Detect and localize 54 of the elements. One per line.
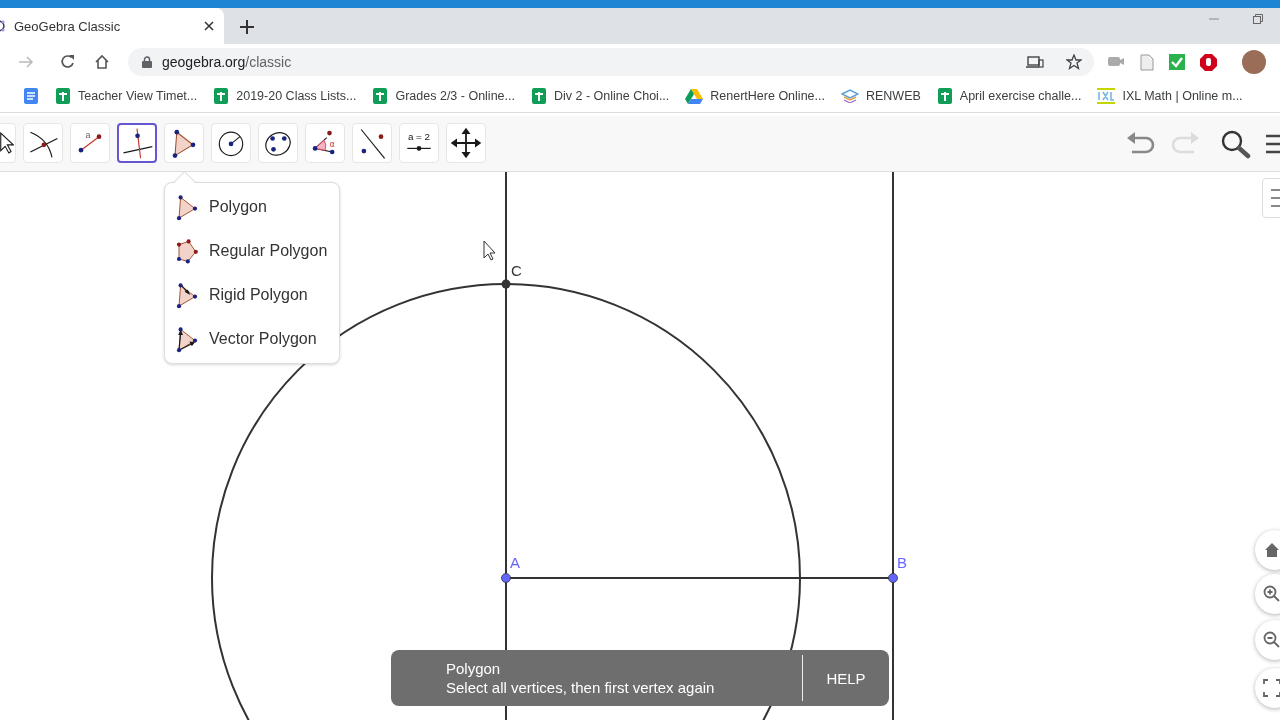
bookmark[interactable]: RenertHere Online... (680, 84, 830, 108)
point[interactable] (501, 279, 511, 289)
sheets-icon (55, 87, 71, 105)
checkmark-icon[interactable] (1169, 54, 1185, 70)
sheets-icon (372, 87, 389, 105)
close-icon[interactable] (204, 21, 214, 31)
move-arrows-icon (448, 125, 484, 161)
menu-item[interactable]: Polygon (165, 185, 339, 229)
bookmark[interactable]: Teacher View Timet... (50, 83, 203, 109)
tool-button[interactable]: α (305, 123, 345, 163)
new-tab-icon[interactable] (240, 20, 254, 34)
point-label: B (897, 554, 907, 571)
bookmark[interactable]: Grades 2/3 - Online... (367, 83, 520, 109)
docs-icon (23, 87, 39, 105)
tool-button[interactable] (117, 123, 157, 163)
stop-hand-icon[interactable] (1200, 53, 1217, 71)
tool-button[interactable]: a (70, 123, 110, 163)
tool-button[interactable]: a = 2 (399, 123, 439, 163)
lock-icon (142, 56, 152, 68)
books-icon (840, 89, 859, 103)
sheets-icon (531, 87, 547, 105)
ixl-icon (1097, 88, 1116, 104)
menu-item[interactable]: Rigid Polygon (165, 273, 339, 317)
menu-item[interactable]: Regular Polygon (165, 229, 339, 273)
bookmark[interactable]: 2019-20 Class Lists... (208, 83, 362, 109)
menu-item[interactable]: Vector Polygon (165, 317, 339, 361)
sheets-icon (936, 87, 953, 105)
drive-icon (685, 88, 704, 104)
toast-text: Polygon Select all vertices, then first vertex again (446, 659, 716, 697)
bookmark[interactable]: April exercise challe... (931, 83, 1087, 109)
browser-tab[interactable]: GeoGebra Classic (0, 8, 224, 44)
star-icon[interactable] (1066, 54, 1082, 70)
devices-icon[interactable] (1026, 55, 1044, 69)
point[interactable] (888, 573, 898, 583)
point-label: C (511, 262, 522, 279)
bookmark[interactable]: IXL Math | Online m... (1092, 84, 1248, 108)
bookmark[interactable]: RENWEB (835, 85, 926, 107)
avatar[interactable] (1242, 50, 1266, 74)
search-icon[interactable] (1220, 129, 1252, 159)
point-label: A (510, 554, 520, 571)
bookmark[interactable]: Div 2 - Online Choi... (526, 83, 675, 109)
reload-icon[interactable] (60, 54, 76, 70)
home-icon[interactable] (1263, 541, 1280, 559)
pointer-icon (0, 132, 14, 154)
point[interactable] (501, 573, 511, 583)
zoom-out-icon[interactable] (1263, 631, 1280, 649)
restore-icon[interactable] (1253, 14, 1263, 24)
pointer-icon (483, 240, 496, 261)
sheets-icon (213, 87, 230, 105)
zoom-in-icon[interactable] (1263, 585, 1280, 603)
help-button[interactable]: HELP (803, 655, 889, 701)
home-icon[interactable] (94, 54, 110, 70)
fullscreen-icon[interactable] (1263, 679, 1280, 697)
address-bar[interactable]: geogebra.org/classic (128, 48, 1094, 76)
